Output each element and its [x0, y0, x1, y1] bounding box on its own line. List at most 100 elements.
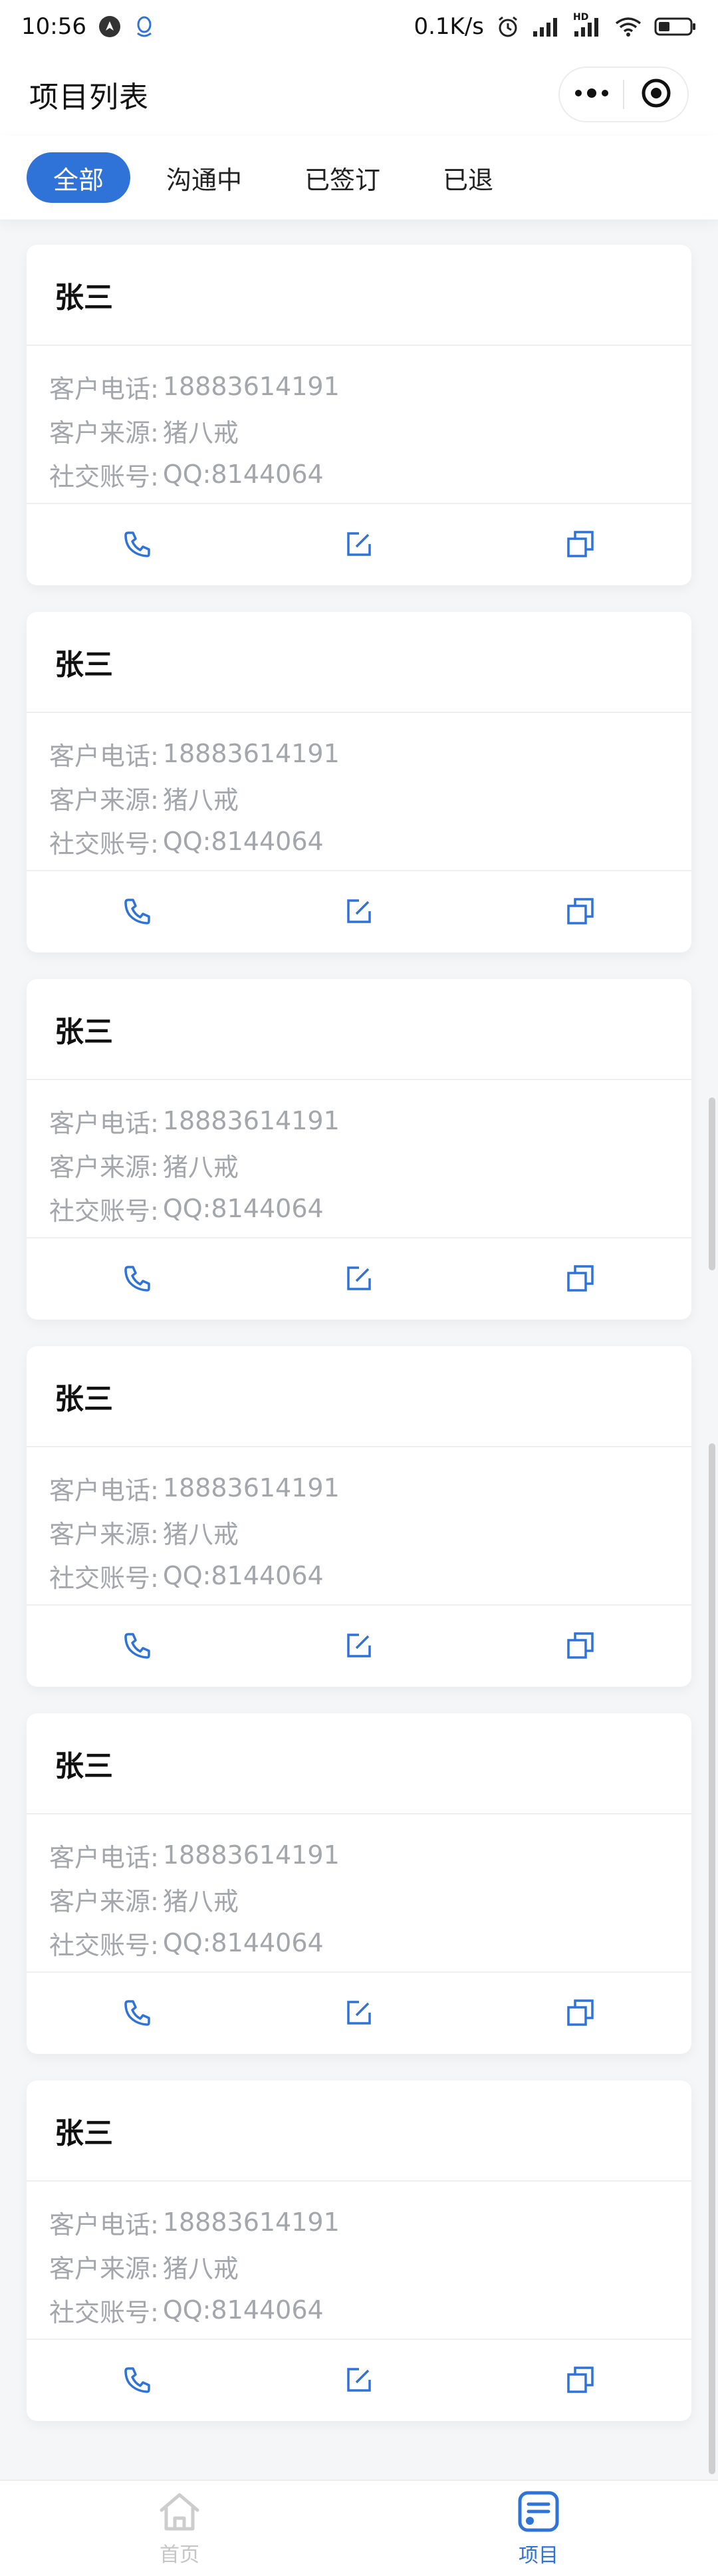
source-label: 客户来源:	[49, 2253, 159, 2283]
target-circle-icon	[640, 77, 672, 112]
copy-button[interactable]	[470, 1606, 691, 1685]
call-button[interactable]	[27, 1606, 248, 1685]
copy-icon	[566, 1264, 595, 1293]
tab-communicating[interactable]: 沟通中	[140, 152, 269, 203]
social-label: 社交账号:	[49, 2297, 159, 2327]
edit-button[interactable]	[248, 1606, 469, 1685]
edit-button[interactable]	[248, 1238, 469, 1318]
tab-signed[interactable]: 已签订	[278, 152, 407, 203]
social-label: 社交账号:	[49, 1563, 159, 1593]
copy-button[interactable]	[470, 871, 691, 951]
edit-button[interactable]	[248, 871, 469, 951]
source-row: 客户来源: 猪八戒	[49, 1877, 669, 1921]
customer-name: 张三	[55, 1749, 113, 1783]
project-card[interactable]: 张三 客户电话: 18883614191 客户来源: 猪八戒 社交账号: QQ:…	[27, 612, 691, 952]
copy-button[interactable]	[470, 1973, 691, 2053]
copy-icon	[566, 1631, 595, 1660]
phone-row: 客户电话: 18883614191	[49, 732, 669, 776]
call-button[interactable]	[27, 871, 248, 951]
phone-label: 客户电话:	[49, 374, 159, 404]
source-label: 客户来源:	[49, 418, 159, 448]
page-title: 项目列表	[29, 80, 149, 114]
more-button[interactable]	[560, 68, 623, 121]
edit-icon	[344, 2365, 374, 2394]
phone-icon	[123, 1998, 152, 2027]
customer-name: 张三	[55, 1015, 113, 1049]
card-actions	[27, 2340, 691, 2420]
source-label: 客户来源:	[49, 785, 159, 815]
signal-icon	[532, 17, 561, 37]
copy-icon	[566, 529, 595, 559]
project-card[interactable]: 张三 客户电话: 18883614191 客户来源: 猪八戒 社交账号: QQ:…	[27, 2080, 691, 2421]
project-card[interactable]: 张三 客户电话: 18883614191 客户来源: 猪八戒 社交账号: QQ:…	[27, 979, 691, 1320]
customer-name: 张三	[55, 1382, 113, 1416]
home-icon	[156, 2490, 203, 2535]
source-label: 客户来源:	[49, 1886, 159, 1916]
scrollbar[interactable]	[709, 1443, 715, 2474]
phone-label: 客户电话:	[49, 1108, 159, 1138]
qq-icon	[133, 15, 156, 39]
call-button[interactable]	[27, 1238, 248, 1318]
project-card[interactable]: 张三 客户电话: 18883614191 客户来源: 猪八戒 社交账号: QQ:…	[27, 1346, 691, 1687]
project-card[interactable]: 张三 客户电话: 18883614191 客户来源: 猪八戒 社交账号: QQ:…	[27, 1713, 691, 2054]
edit-icon	[344, 1264, 374, 1293]
social-value: QQ:8144064	[162, 1194, 324, 1223]
tabbar-home-label: 首页	[160, 2543, 199, 2567]
source-value: 猪八戒	[162, 1519, 239, 1549]
card-actions	[27, 1606, 691, 1685]
copy-button[interactable]	[470, 2340, 691, 2420]
card-actions	[27, 1238, 691, 1318]
status-left: 10:56	[21, 13, 156, 40]
card-header: 张三	[27, 245, 691, 346]
net-speed: 0.1K/s	[414, 13, 484, 40]
call-button[interactable]	[27, 1973, 248, 2053]
phone-icon	[123, 2365, 152, 2394]
card-actions	[27, 871, 691, 951]
copy-button[interactable]	[470, 504, 691, 584]
card-body: 客户电话: 18883614191 客户来源: 猪八戒 社交账号: QQ:814…	[27, 1447, 691, 1606]
card-header: 张三	[27, 1713, 691, 1814]
scrollbar[interactable]	[709, 1097, 715, 1270]
phone-icon	[123, 1264, 152, 1293]
tabbar-project-label: 项目	[519, 2543, 558, 2567]
alarm-icon	[496, 15, 520, 39]
phone-row: 客户电话: 18883614191	[49, 364, 669, 408]
phone-value: 18883614191	[162, 739, 340, 768]
source-row: 客户来源: 猪八戒	[49, 408, 669, 452]
status-right: 0.1K/s HD	[414, 13, 697, 40]
source-label: 客户来源:	[49, 1519, 159, 1549]
social-label: 社交账号:	[49, 1930, 159, 1960]
phone-value: 18883614191	[162, 1106, 340, 1135]
social-value: QQ:8144064	[162, 1561, 324, 1590]
card-body: 客户电话: 18883614191 客户来源: 猪八戒 社交账号: QQ:814…	[27, 1814, 691, 1973]
edit-button[interactable]	[248, 2340, 469, 2420]
card-header: 张三	[27, 979, 691, 1080]
signal-hd-icon: HD	[573, 13, 602, 37]
edit-icon	[344, 1998, 374, 2027]
tab-withdrawn[interactable]: 已退	[416, 152, 520, 203]
phone-label: 客户电话:	[49, 1475, 159, 1505]
card-body: 客户电话: 18883614191 客户来源: 猪八戒 社交账号: QQ:814…	[27, 1080, 691, 1238]
source-value: 猪八戒	[162, 418, 239, 448]
tabbar-project[interactable]: 项目	[359, 2481, 718, 2576]
social-label: 社交账号:	[49, 462, 159, 492]
source-value: 猪八戒	[162, 785, 239, 815]
edit-button[interactable]	[248, 504, 469, 584]
project-card[interactable]: 张三 客户电话: 18883614191 客户来源: 猪八戒 社交账号: QQ:…	[27, 245, 691, 585]
card-header: 张三	[27, 1346, 691, 1447]
tabbar-home[interactable]: 首页	[0, 2481, 359, 2576]
edit-button[interactable]	[248, 1973, 469, 2053]
card-header: 张三	[27, 2080, 691, 2182]
source-row: 客户来源: 猪八戒	[49, 1510, 669, 1554]
source-row: 客户来源: 猪八戒	[49, 1143, 669, 1187]
copy-button[interactable]	[470, 1238, 691, 1318]
phone-value: 18883614191	[162, 2208, 340, 2237]
source-row: 客户来源: 猪八戒	[49, 776, 669, 819]
source-label: 客户来源:	[49, 1152, 159, 1182]
customer-name: 张三	[55, 648, 113, 682]
phone-label: 客户电话:	[49, 741, 159, 771]
call-button[interactable]	[27, 2340, 248, 2420]
tab-all[interactable]: 全部	[27, 152, 131, 203]
call-button[interactable]	[27, 504, 248, 584]
close-button[interactable]	[624, 68, 687, 121]
